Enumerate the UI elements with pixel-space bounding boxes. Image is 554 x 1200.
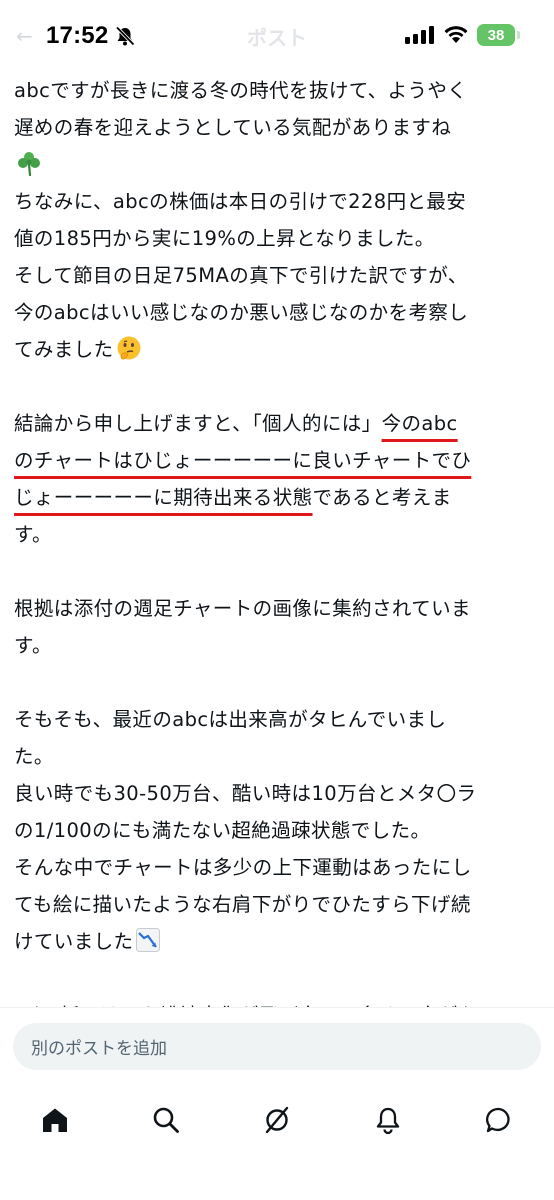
post-line-text: ても絵に描いたような右肩下がりでひたすら下げ続 — [14, 893, 471, 916]
chart-decreasing-emoji — [135, 927, 161, 953]
home-icon — [43, 1108, 68, 1132]
post-line-text: けていました — [14, 930, 134, 953]
post-line-text: abcですが長きに渡る冬の時代を抜けて、ようやく — [14, 79, 468, 102]
wifi-icon — [444, 26, 468, 43]
post-line-text: 値の185円から実に19%の上昇となりました。 — [14, 227, 435, 250]
post-line: のチャートはひじょーーーーーに良いチャートでひ — [14, 442, 546, 479]
post-line-text: であると考えま — [312, 486, 452, 509]
bell-icon — [376, 1107, 399, 1135]
nav-messages[interactable] — [479, 1100, 519, 1140]
post-line-text: そもそも、最近のabcは出来高がタヒんでいまし — [14, 708, 447, 731]
nav-home[interactable] — [35, 1100, 75, 1140]
battery-level: 38 — [487, 26, 505, 44]
post-line-text: 今のabcはいい感じなのか悪い感じなのかを考察し — [14, 301, 469, 324]
post-line: abcですが長きに渡る冬の時代を抜けて、ようやく — [14, 72, 546, 109]
post-line: 遅めの春を迎えようとしている気配がありますね — [14, 109, 546, 146]
nav-grok[interactable] — [257, 1100, 297, 1140]
cellular-signal-icon — [405, 26, 434, 44]
post-line: た。 — [14, 738, 546, 775]
post-line-text: す。 — [14, 523, 52, 546]
post-line-text: 結論から申し上げますと、「個人的には」 — [14, 412, 382, 435]
post-line: 根拠は添付の週足チャートの画像に集約されていま — [14, 590, 546, 627]
post-line: の1/100のにも満たない超絶過疎状態でした。 — [14, 812, 546, 849]
post-line: そして節目の日足75MAの真下で引けた訳ですが、 — [14, 257, 546, 294]
search-icon — [153, 1107, 180, 1133]
add-post-input[interactable]: 別のポストを追加 — [13, 1023, 541, 1070]
highlighted-phrase: 今のabc — [381, 412, 458, 435]
post-line: ちなみに、abcの株価は本日の引けで228円と最安 — [14, 183, 546, 220]
thinking-face-emoji — [116, 335, 142, 361]
post-line-text: そんな中でチャートは多少の上下運動はあったにし — [14, 856, 472, 879]
highlighted-phrase: じょーーーーーに期待出来る状態 — [14, 486, 313, 509]
battery-icon: 38 — [477, 24, 515, 46]
message-bubble-icon — [485, 1107, 510, 1133]
post-line: てみました — [14, 331, 546, 368]
post-line-text: 根拠は添付の週足チャートの画像に集約されていま — [14, 597, 471, 620]
post-line: す。 — [14, 627, 546, 664]
post-line-text: てみました — [14, 338, 114, 361]
grok-icon — [265, 1106, 289, 1134]
post-line: そんな中でチャートは多少の上下運動はあったにし — [14, 849, 546, 886]
post-line: ても絵に描いたような右肩下がりでひたすら下げ続 — [14, 886, 546, 923]
status-bar: ← ポスト 17:52 38 — [0, 0, 554, 72]
post-line: す。 — [14, 516, 546, 553]
post-line: 今のabcはいい感じなのか悪い感じなのかを考察し — [14, 294, 546, 331]
post-line: 良い時でも30-50万台、酷い時は10万台とメタ〇ラ — [14, 775, 546, 812]
shamrock-emoji — [16, 150, 42, 177]
bottom-nav — [0, 1096, 554, 1144]
post-line — [14, 553, 546, 590]
post-line-text: 良い時でも30-50万台、酷い時は10万台とメタ〇ラ — [14, 782, 477, 805]
nav-notifications[interactable] — [368, 1100, 408, 1140]
reply-bar: 別のポストを追加 — [0, 1007, 554, 1200]
post-line — [14, 960, 546, 997]
post-line: XやY板では日々誹謗中傷が飛び交い、多くの方が心 — [14, 997, 546, 1007]
post-body: abcですが長きに渡る冬の時代を抜けて、ようやく 遅めの春を迎えようとしている気配… — [14, 72, 546, 1007]
post-line — [14, 146, 546, 183]
post-line-text: そして節目の日足75MAの真下で引けた訳ですが、 — [14, 264, 468, 287]
post-line: 値の185円から実に19%の上昇となりました。 — [14, 220, 546, 257]
post-line-text: た。 — [14, 745, 54, 768]
post-line: そもそも、最近のabcは出来高がタヒんでいまし — [14, 701, 546, 738]
add-post-placeholder: 別のポストを追加 — [31, 1039, 167, 1059]
nav-search[interactable] — [146, 1100, 186, 1140]
post-line-text: 遅めの春を迎えようとしている気配がありますね — [14, 116, 452, 139]
post-line-text: す。 — [14, 634, 52, 657]
post-line: じょーーーーーに期待出来る状態であると考えま — [14, 479, 546, 516]
bell-slash-icon — [115, 26, 135, 46]
post-line-text: ちなみに、abcの株価は本日の引けで228円と最安 — [14, 190, 467, 213]
post-line: けていました — [14, 923, 546, 960]
status-time: 17:52 — [46, 22, 109, 49]
post-line — [14, 664, 546, 701]
post-line — [14, 368, 546, 405]
battery-cap — [517, 31, 520, 39]
highlighted-phrase: のチャートはひじょーーーーーに良いチャートでひ — [14, 449, 472, 472]
post-line-text: の1/100のにも満たない超絶過疎状態でした。 — [14, 819, 431, 842]
post-line: 結論から申し上げますと、「個人的には」今のabc — [14, 405, 546, 442]
